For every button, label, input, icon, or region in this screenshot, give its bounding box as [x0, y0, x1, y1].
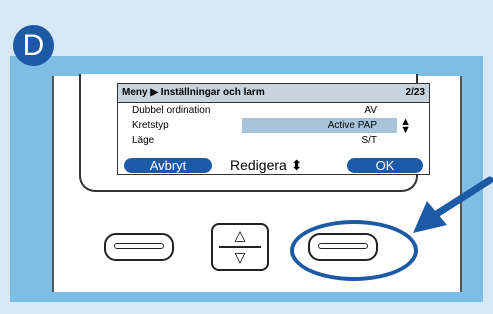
setting-row-double-prescription[interactable]: Dubbel ordination AV: [118, 103, 429, 118]
step-badge: D: [13, 25, 54, 66]
step-letter: D: [22, 29, 45, 62]
setting-label: Läge: [132, 135, 155, 146]
breadcrumb: Meny ▶ Inställningar och larm: [122, 87, 265, 98]
ok-softkey-label: OK: [347, 158, 423, 173]
setting-label: Kretstyp: [132, 120, 169, 131]
setting-row-circuit-type[interactable]: Kretstyp Active PAP ▲ ▼: [118, 116, 429, 136]
setting-label: Dubbel ordination: [132, 105, 211, 116]
down-arrow-icon: ▽: [234, 249, 246, 265]
up-arrow-icon: △: [234, 227, 246, 243]
softkey-bar: Avbryt Redigera ⬍ OK: [118, 157, 429, 174]
setting-value: AV: [364, 105, 377, 116]
setting-value: S/T: [361, 135, 377, 146]
setting-value: Active PAP: [327, 120, 377, 131]
menu-header: Meny ▶ Inställningar och larm 2/23: [118, 84, 429, 103]
display-screen: Meny ▶ Inställningar och larm 2/23 Dubbe…: [117, 83, 430, 175]
pointer-arrow-icon: [413, 176, 493, 233]
up-down-button[interactable]: △ ▽: [211, 223, 269, 271]
up-down-icon: ▲ ▼: [400, 116, 411, 136]
highlight-ring: [290, 220, 418, 281]
edit-softkey-label: Redigera ⬍: [230, 157, 303, 173]
screen-bezel: Meny ▶ Inställningar och larm 2/23 Dubbe…: [79, 74, 430, 192]
page-indicator: 2/23: [405, 87, 425, 98]
divider: [219, 246, 261, 248]
setting-row-mode[interactable]: Läge S/T: [118, 133, 429, 148]
cancel-softkey-label: Avbryt: [124, 158, 212, 173]
left-soft-button[interactable]: [104, 233, 174, 261]
